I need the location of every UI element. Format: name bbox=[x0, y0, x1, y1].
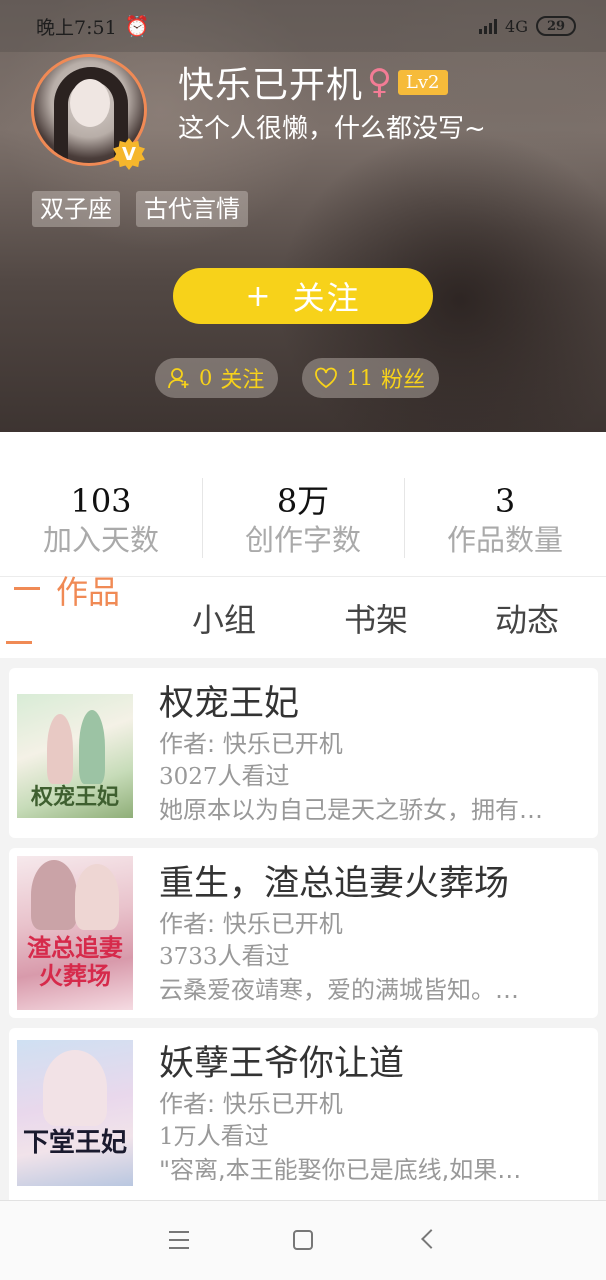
back-icon[interactable] bbox=[421, 1229, 441, 1249]
follow-button-label: 关注 bbox=[292, 279, 361, 317]
stat-join-days: 103 加入天数 bbox=[0, 482, 202, 562]
tab-indicator bbox=[6, 641, 32, 644]
book-author: 作者: 快乐已开机 bbox=[159, 1090, 343, 1118]
username: 快乐已开机 bbox=[178, 65, 364, 106]
fans-count-button[interactable]: 11 粉丝 bbox=[302, 358, 440, 398]
stat-works-count: 3 作品数量 bbox=[404, 478, 606, 562]
alarm-icon: ⏰ bbox=[124, 14, 150, 38]
cover-title: 渣总追妻火葬场 bbox=[27, 933, 123, 990]
following-count-button[interactable]: 0 关注 bbox=[155, 358, 279, 398]
book-author: 作者: 快乐已开机 bbox=[159, 730, 343, 758]
book-views: 1万人看过 bbox=[159, 1122, 269, 1150]
stat-label: 创作字数 bbox=[244, 523, 361, 557]
tag-list: 双子座 古代言情 bbox=[32, 191, 248, 227]
fans-label: 粉丝 bbox=[381, 368, 426, 393]
following-label: 关注 bbox=[220, 368, 265, 393]
level-badge: Lv2 bbox=[397, 69, 448, 95]
book-title: 权宠王妃 bbox=[159, 684, 300, 724]
tab-groups[interactable]: 小组 bbox=[192, 595, 256, 641]
add-user-icon bbox=[168, 368, 189, 389]
plus-icon: + bbox=[245, 278, 273, 314]
tab-bar: 作品 小组 书架 动态 bbox=[0, 573, 606, 658]
status-bar: 晚上7:51 ⏰ 4G 29 bbox=[0, 0, 606, 52]
book-cover[interactable]: 下堂王妃 bbox=[17, 1040, 133, 1186]
cover-title: 下堂王妃 bbox=[22, 1128, 127, 1158]
stat-label: 加入天数 bbox=[42, 523, 159, 557]
female-icon: ♀ bbox=[367, 62, 392, 102]
system-nav-bar bbox=[0, 1200, 606, 1280]
book-description: 云桑爱夜靖寒，爱的满城皆知。… bbox=[159, 976, 519, 1004]
book-author: 作者: 快乐已开机 bbox=[159, 910, 343, 938]
tag-item[interactable]: 双子座 bbox=[32, 191, 120, 227]
network-type: 4G bbox=[505, 16, 528, 36]
book-title: 妖孽王爷你让道 bbox=[159, 1044, 405, 1084]
book-cover[interactable]: 渣总追妻火葬场 bbox=[17, 856, 133, 1010]
status-time: 晚上7:51 bbox=[36, 16, 117, 39]
profile-header: 晚上7:51 ⏰ 4G 29 V 快乐已开机 ♀ Lv2 这个人很懒，什么都没写… bbox=[0, 0, 606, 432]
book-description: "容离,本王能娶你已是底线,如果… bbox=[159, 1156, 522, 1184]
book-views: 3027人看过 bbox=[159, 762, 290, 790]
tab-works[interactable]: 作品 bbox=[56, 567, 120, 613]
book-title: 重生，渣总追妻火葬场 bbox=[159, 864, 510, 904]
user-bio: 这个人很懒，什么都没写~ bbox=[178, 114, 486, 144]
battery-icon: 29 bbox=[536, 16, 576, 36]
book-card[interactable]: 下堂王妃 妖孽王爷你让道 作者: 快乐已开机 1万人看过 "容离,本王能娶你已是… bbox=[9, 1028, 598, 1200]
follow-button[interactable]: + 关注 bbox=[173, 268, 433, 324]
stats-panel: 103 加入天数 8万 创作字数 3 作品数量 bbox=[0, 432, 606, 576]
book-card[interactable]: 权宠王妃 权宠王妃 作者: 快乐已开机 3027人看过 她原本以为自己是天之骄女… bbox=[9, 668, 598, 838]
tag-item[interactable]: 古代言情 bbox=[136, 191, 248, 227]
cover-title: 权宠王妃 bbox=[30, 784, 119, 810]
stat-label: 作品数量 bbox=[446, 523, 563, 557]
following-count: 0 bbox=[199, 366, 213, 390]
book-description: 她原本以为自己是天之骄女，拥有一切… bbox=[159, 796, 559, 824]
book-cover[interactable]: 权宠王妃 bbox=[17, 694, 133, 818]
works-list: 权宠王妃 权宠王妃 作者: 快乐已开机 3027人看过 她原本以为自己是天之骄女… bbox=[0, 658, 606, 1200]
stat-value: 103 bbox=[70, 482, 132, 520]
heart-icon bbox=[315, 367, 338, 389]
tab-bookshelf[interactable]: 书架 bbox=[344, 595, 408, 641]
home-icon[interactable] bbox=[293, 1230, 313, 1250]
stat-value: 3 bbox=[494, 482, 516, 520]
book-card[interactable]: 渣总追妻火葬场 重生，渣总追妻火葬场 作者: 快乐已开机 3733人看过 云桑爱… bbox=[9, 848, 598, 1018]
stat-value: 8万 bbox=[276, 482, 330, 520]
signal-icon bbox=[479, 18, 498, 34]
stat-word-count: 8万 创作字数 bbox=[202, 478, 404, 562]
fans-count: 11 bbox=[346, 366, 374, 390]
book-views: 3733人看过 bbox=[159, 942, 290, 970]
tab-activity[interactable]: 动态 bbox=[495, 595, 559, 641]
tab-indicator bbox=[14, 587, 40, 590]
menu-icon[interactable] bbox=[169, 1231, 189, 1249]
